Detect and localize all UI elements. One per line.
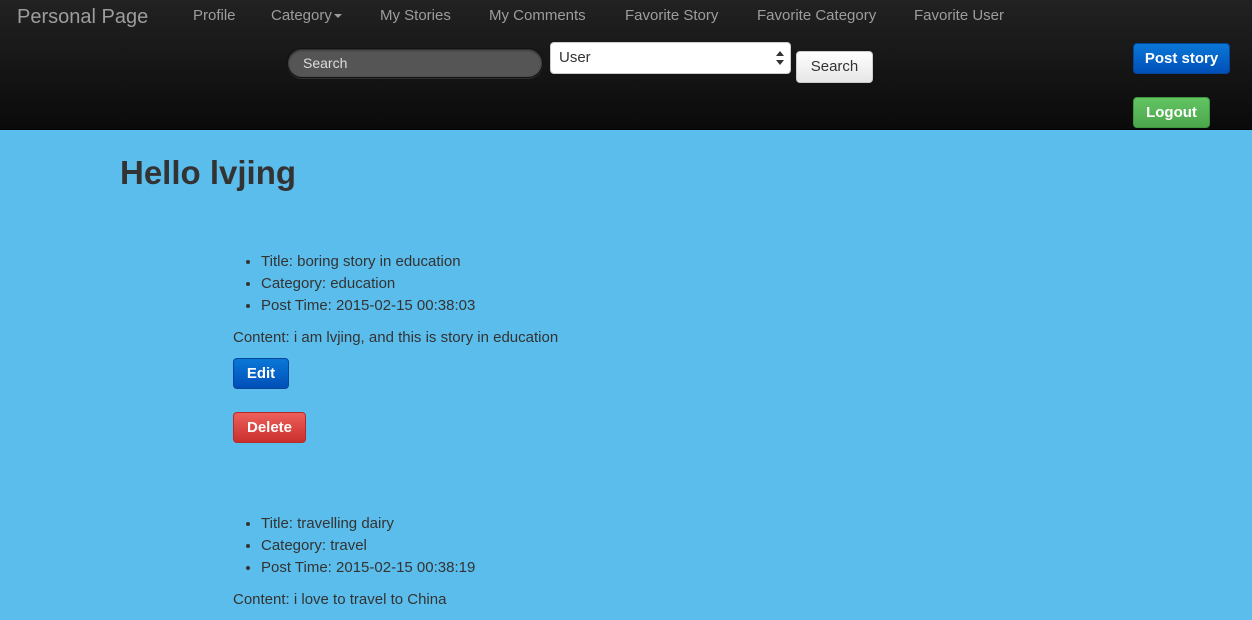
nav-category-label: Category xyxy=(271,7,332,24)
story-title: Title: travelling dairy xyxy=(261,513,1133,535)
story-category: Category: travel xyxy=(261,535,1133,557)
page-greeting: Hello lvjing xyxy=(120,154,297,191)
top-navbar: Personal Page Profile Category My Storie… xyxy=(0,0,1252,130)
story-post-time: Post Time: 2015-02-15 00:38:19 xyxy=(261,557,1133,579)
story-category: Category: education xyxy=(261,273,1133,295)
story-item: Title: boring story in education Categor… xyxy=(233,251,1133,443)
story-content: Content: i love to travel to China xyxy=(233,591,447,608)
story-details-list: Title: travelling dairy Category: travel… xyxy=(233,513,1133,579)
search-input[interactable] xyxy=(287,48,543,78)
story-item: Title: travelling dairy Category: travel… xyxy=(233,513,1133,611)
brand-link[interactable]: Personal Page xyxy=(17,6,148,29)
nav-my-comments[interactable]: My Comments xyxy=(489,7,586,24)
nav-favorite-story[interactable]: Favorite Story xyxy=(625,7,718,24)
search-type-select[interactable]: User xyxy=(550,42,791,74)
select-arrows-icon xyxy=(776,51,784,65)
story-post-time: Post Time: 2015-02-15 00:38:03 xyxy=(261,295,1133,317)
nav-favorite-user[interactable]: Favorite User xyxy=(914,7,1004,24)
nav-my-stories[interactable]: My Stories xyxy=(380,7,451,24)
search-button[interactable]: Search xyxy=(796,51,873,83)
nav-category-dropdown[interactable]: Category xyxy=(271,7,342,24)
nav-profile[interactable]: Profile xyxy=(193,7,236,24)
story-title: Title: boring story in education xyxy=(261,251,1133,273)
caret-down-icon xyxy=(333,14,342,19)
delete-story-button[interactable]: Delete xyxy=(233,412,306,443)
story-details-list: Title: boring story in education Categor… xyxy=(233,251,1133,317)
search-type-selected-value: User xyxy=(559,49,591,66)
nav-favorite-category[interactable]: Favorite Category xyxy=(757,7,876,24)
edit-story-button[interactable]: Edit xyxy=(233,358,289,389)
logout-button[interactable]: Logout xyxy=(1133,97,1210,128)
story-content: Content: i am lvjing, and this is story … xyxy=(233,329,559,346)
post-story-button[interactable]: Post story xyxy=(1133,43,1230,74)
